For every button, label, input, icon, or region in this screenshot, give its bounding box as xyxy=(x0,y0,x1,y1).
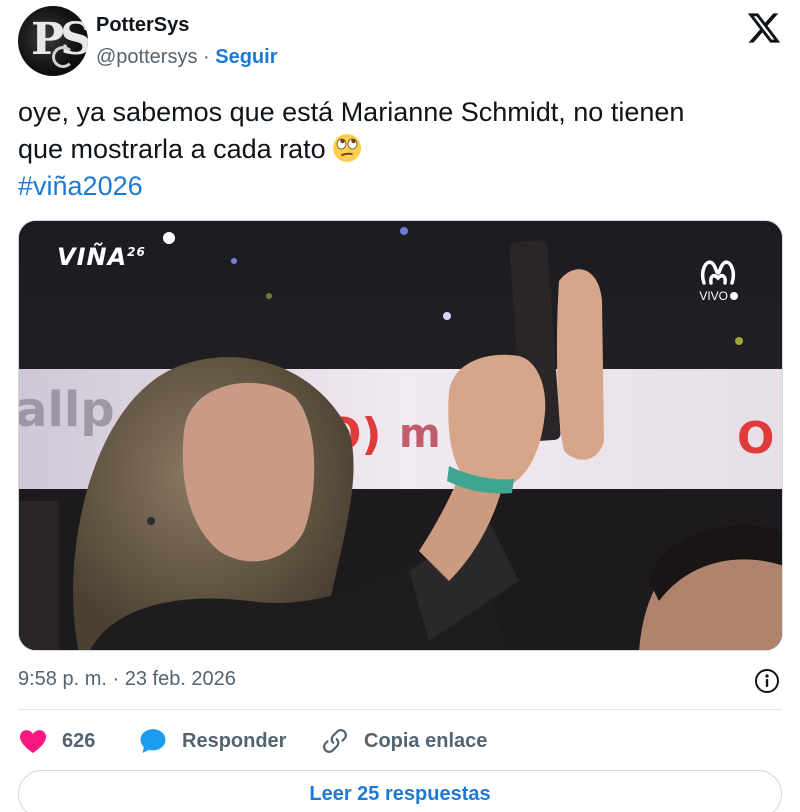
info-icon[interactable] xyxy=(754,668,780,694)
reply-button[interactable]: Responder xyxy=(138,724,286,758)
x-logo-icon[interactable] xyxy=(746,10,782,46)
svg-text:allp: allp xyxy=(19,382,115,438)
mega-logo-icon xyxy=(700,260,736,285)
link-icon xyxy=(323,729,347,753)
tweet-text-line-2-wrap: que mostrarla a cada rato xyxy=(18,131,778,168)
like-count: 626 xyxy=(62,729,96,752)
live-indicator: VIVO xyxy=(699,289,738,303)
rolling-eyes-emoji xyxy=(332,134,361,162)
handle-row: @pottersys · Seguir xyxy=(96,46,278,69)
tweet-actions: 626 Responder Copia enlace xyxy=(18,724,782,760)
svg-text:O: O xyxy=(737,413,774,464)
avatar[interactable]: PS xyxy=(18,6,88,76)
vina-logo-text: VIÑA xyxy=(57,243,128,271)
svg-text:m: m xyxy=(399,411,441,457)
tweet-text: oye, ya sabemos que está Marianne Schmid… xyxy=(18,94,778,205)
tweet-text-line-1: oye, ya sabemos que está Marianne Schmid… xyxy=(18,97,685,127)
live-label: VIVO xyxy=(699,289,728,303)
reply-bubble-icon xyxy=(140,729,166,753)
vina-logo-sup: 26 xyxy=(127,245,146,259)
heart-icon xyxy=(20,730,46,753)
hashtag-link[interactable]: #viña2026 xyxy=(18,168,778,205)
live-dot-icon xyxy=(730,292,738,300)
vina-logo: VIÑA26 xyxy=(57,243,146,271)
reply-label: Responder xyxy=(182,729,287,752)
handle-separator: · xyxy=(203,46,210,68)
copy-link-label: Copia enlace xyxy=(364,729,488,752)
follow-button[interactable]: Seguir xyxy=(215,46,277,68)
tweet-timestamp[interactable]: 9:58 p. m. · 23 feb. 2026 xyxy=(18,668,236,691)
copy-link-button[interactable]: Copia enlace xyxy=(320,724,487,758)
user-name[interactable]: PotterSys xyxy=(96,14,189,37)
tweet-media-image[interactable]: allp O) m O VIÑA26 VIVO xyxy=(18,220,783,651)
like-button[interactable]: 626 xyxy=(18,724,95,758)
divider xyxy=(18,709,782,710)
read-replies-button[interactable]: Leer 25 respuestas xyxy=(18,770,782,812)
concert-photo: allp O) m O xyxy=(19,221,782,650)
user-handle[interactable]: @pottersys xyxy=(96,46,197,68)
tweet-header: PS PotterSys @pottersys · Seguir xyxy=(18,6,782,78)
tweet-text-line-2: que mostrarla a cada rato xyxy=(18,134,326,164)
